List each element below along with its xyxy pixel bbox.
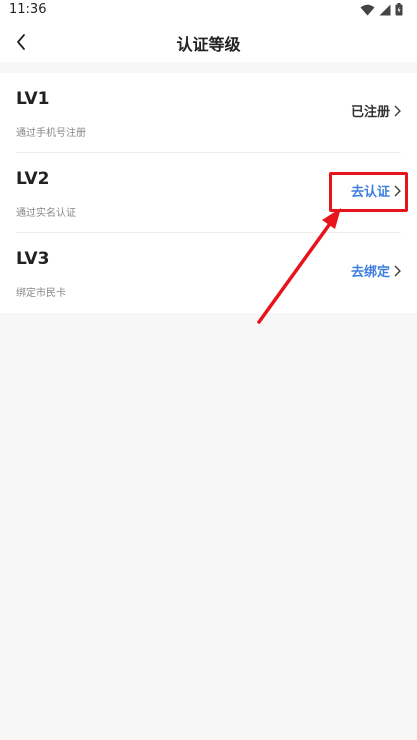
wifi-icon <box>360 4 375 15</box>
page-title: 认证等级 <box>176 35 241 54</box>
bind-button[interactable]: 去绑定 <box>351 261 401 280</box>
level-row-lv3: LV3 绑定市民卡 去绑定 <box>0 233 417 313</box>
action-label: 去绑定 <box>350 265 390 280</box>
status-icons <box>360 3 403 16</box>
level-desc: 通过实名认证 <box>16 208 76 219</box>
signal-icon <box>379 4 391 15</box>
level-title: LV2 <box>16 169 50 189</box>
action-label: 已注册 <box>350 105 390 120</box>
status-time: 11:36 <box>9 2 47 17</box>
level-title: LV1 <box>16 89 50 109</box>
battery-icon <box>395 3 403 16</box>
chevron-right-icon <box>394 265 401 276</box>
status-bar: 11:36 <box>0 0 417 22</box>
chevron-right-icon <box>394 105 401 116</box>
registered-status-button[interactable]: 已注册 <box>351 101 401 120</box>
level-desc: 通过手机号注册 <box>16 128 86 139</box>
annotation-highlight-box <box>329 172 408 212</box>
level-desc: 绑定市民卡 <box>16 288 66 299</box>
level-row-lv1: LV1 通过手机号注册 已注册 <box>0 73 417 153</box>
nav-bar: 认证等级 <box>0 22 417 62</box>
level-title: LV3 <box>16 249 50 269</box>
